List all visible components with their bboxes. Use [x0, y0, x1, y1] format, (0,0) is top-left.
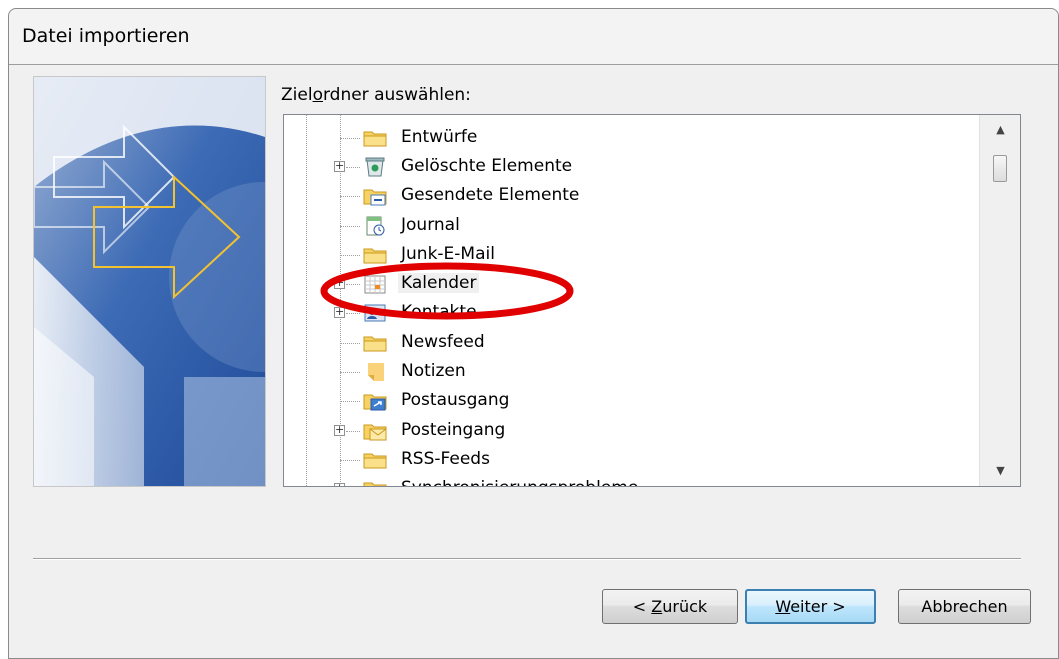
expand-icon[interactable]: + [334, 160, 345, 172]
title-bar: Datei importieren [9, 9, 1058, 65]
tree-item-newsfeed[interactable]: Newsfeed [284, 329, 979, 358]
button-separator [33, 558, 1021, 560]
tree-item-label: Newsfeed [401, 332, 485, 352]
next-button[interactable]: Weiter > [745, 589, 876, 624]
tree-item-label: Entwürfe [401, 127, 478, 147]
expand-icon[interactable]: + [334, 424, 345, 436]
tree-item-rss-feeds[interactable]: RSS-Feeds [284, 446, 979, 475]
tree-item-notizen[interactable]: Notizen [284, 358, 979, 387]
wizard-graphic [33, 76, 266, 487]
folder-icon [363, 336, 387, 352]
tree-item-entwuerfe[interactable]: Entwürfe [284, 124, 979, 153]
tree-item-posteingang[interactable]: + Posteingang [284, 417, 979, 446]
inbox-icon [363, 424, 387, 441]
tree-item-label: Journal [401, 215, 460, 235]
calendar-icon [364, 275, 386, 294]
tree-item-label: Kalender [398, 273, 480, 293]
tree-item-junk-e-mail[interactable]: Junk-E-Mail [284, 241, 979, 270]
contacts-icon [364, 304, 386, 322]
expand-icon[interactable]: + [334, 277, 345, 289]
tree-item-label: RSS-Feeds [401, 449, 490, 469]
tree-item-gesendete-elemente[interactable]: Gesendete Elemente [284, 182, 979, 211]
folder-icon [363, 248, 387, 264]
scroll-down-icon[interactable]: ▼ [980, 456, 1020, 486]
tree-item-kalender[interactable]: + Kalender [284, 270, 979, 299]
tree-item-label: Gesendete Elemente [401, 185, 580, 205]
folder-tree[interactable]: Entwürfe + Gelöschte Elemente Gesendete … [283, 114, 1021, 487]
expand-icon[interactable]: + [334, 482, 345, 486]
tree-item-synchronisierungsprobleme[interactable]: + Synchronisierungsprobleme [284, 475, 979, 486]
journal-icon [366, 216, 385, 236]
tree-item-geloeschte-elemente[interactable]: + Gelöschte Elemente [284, 153, 979, 182]
tree-item-label: Notizen [401, 361, 466, 381]
vertical-scrollbar[interactable]: ▲ ▼ [979, 115, 1020, 486]
target-folder-label: Zielordner auswählen: [281, 85, 471, 105]
tree-item-label: Gelöschte Elemente [401, 156, 573, 176]
notes-icon [368, 363, 384, 381]
expand-icon[interactable]: + [334, 306, 345, 318]
tree-item-kontakte[interactable]: + Kontakte [284, 299, 979, 328]
tree-item-label: Junk-E-Mail [401, 244, 495, 264]
window-title: Datei importieren [22, 25, 190, 47]
tree-item-label: Kontakte [401, 302, 477, 322]
folder-icon [363, 453, 387, 469]
back-button[interactable]: < Zurück [602, 589, 738, 624]
scroll-thumb[interactable] [993, 155, 1007, 182]
tree-item-postausgang[interactable]: Postausgang [284, 387, 979, 416]
tree-item-label: Posteingang [401, 420, 506, 440]
sent-items-icon [363, 189, 387, 206]
deleted-items-icon [365, 157, 385, 177]
scroll-up-icon[interactable]: ▲ [980, 115, 1020, 145]
tree-item-journal[interactable]: Journal [284, 212, 979, 241]
tree-item-label: Postausgang [401, 390, 510, 410]
folder-icon [363, 131, 387, 147]
cancel-button[interactable]: Abbrechen [898, 589, 1031, 624]
outbox-icon [363, 394, 387, 411]
tree-item-label: Synchronisierungsprobleme [398, 478, 641, 486]
folder-tree-viewport: Entwürfe + Gelöschte Elemente Gesendete … [284, 115, 979, 486]
folder-icon [363, 482, 387, 486]
